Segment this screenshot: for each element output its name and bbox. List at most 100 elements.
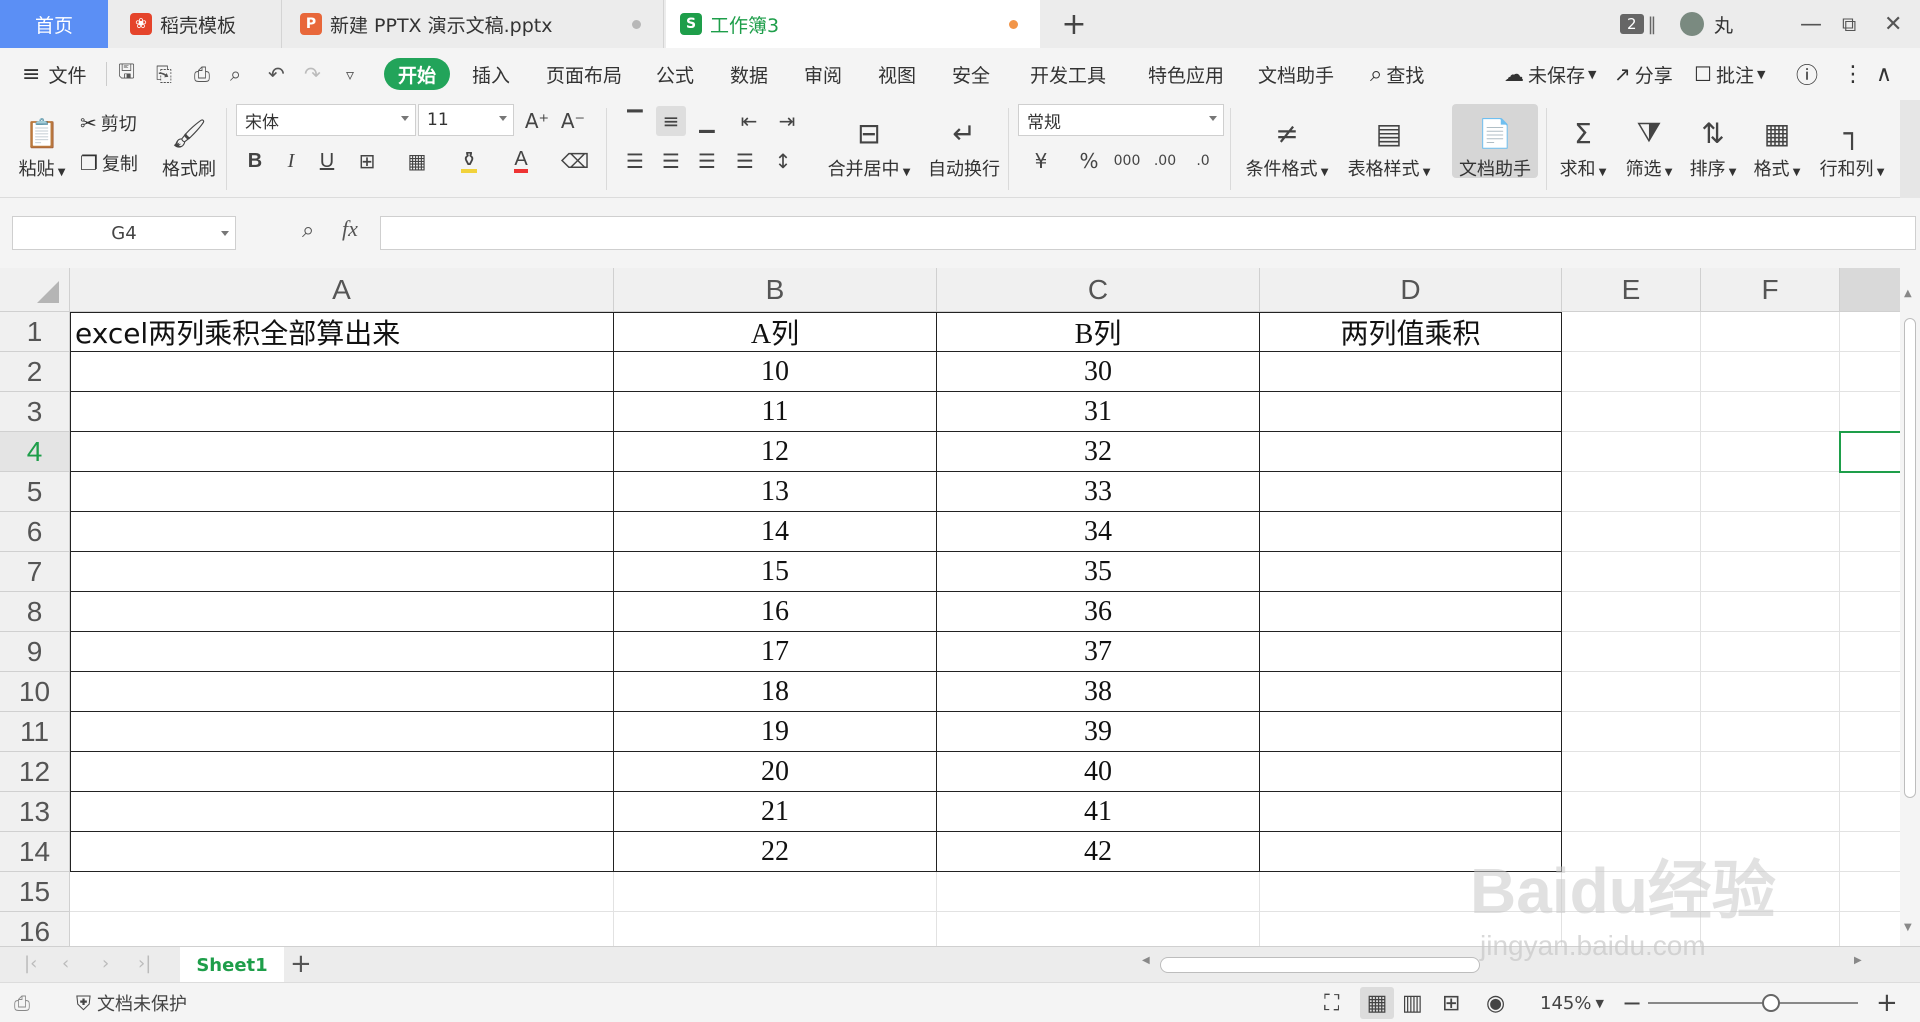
cell-g1[interactable] [1840,312,1900,352]
row-header-11[interactable]: 11 [0,712,70,752]
zoom-slider-track[interactable] [1648,1002,1858,1004]
format-button[interactable]: ▦ 格式 ▼ [1746,106,1808,190]
cell-c13[interactable]: 41 [937,792,1260,832]
cell-d6[interactable] [1260,512,1562,552]
cell-d13[interactable] [1260,792,1562,832]
cell-d2[interactable] [1260,352,1562,392]
doc-assistant-button[interactable]: 📄 文档助手 [1452,106,1538,190]
percent-icon[interactable]: % [1074,146,1104,176]
window-count-badge[interactable]: 2 ‖ [1620,0,1657,48]
search-button[interactable]: ⌕ 查找 [1370,48,1424,100]
zoom-formula-icon[interactable]: ⌕ [302,218,314,243]
cell-c15[interactable] [937,872,1260,912]
zoom-level[interactable]: 145% ▼ [1540,983,1604,1022]
cell-d4[interactable] [1260,432,1562,472]
cell-e4[interactable] [1562,432,1701,472]
add-sheet-button[interactable]: + [290,949,312,979]
cell-f1[interactable] [1701,312,1840,352]
cell-a1[interactable]: excel两列乘积全部算出来 [70,312,614,352]
cell-c9[interactable]: 37 [937,632,1260,672]
print-preview-icon[interactable]: ⌕ [230,48,241,100]
cell-d8[interactable] [1260,592,1562,632]
cell-g5[interactable] [1840,472,1900,512]
protect-status[interactable]: ⛨ 文档未保护 [76,983,187,1022]
cell-a5[interactable] [70,472,614,512]
column-header-e[interactable]: E [1562,268,1701,312]
italic-icon[interactable]: I [276,146,306,176]
cell-d1[interactable]: 两列值乘积 [1260,312,1562,352]
align-left-icon[interactable]: ☰ [620,146,650,176]
undo-icon[interactable]: ↶ [268,48,285,100]
row-header-15[interactable]: 15 [0,872,70,912]
cell-g10[interactable] [1840,672,1900,712]
minimize-button[interactable]: — [1800,0,1822,48]
cell-f13[interactable] [1701,792,1840,832]
page-layout-view-icon[interactable]: ⊞ [1442,983,1460,1022]
cell-g16[interactable] [1840,912,1900,946]
increase-font-icon[interactable]: A⁺ [522,106,552,136]
cell-b2[interactable]: 10 [614,352,937,392]
more-icon[interactable]: ⋮ [1842,48,1864,100]
cell-a4[interactable] [70,432,614,472]
decrease-font-icon[interactable]: A⁻ [558,106,588,136]
tab-start[interactable]: 开始 [384,58,451,90]
copy-button[interactable]: ❐ 复制 [80,148,138,178]
bold-icon[interactable]: B [240,146,270,176]
comment-button[interactable]: ☐ 批注 ▼ [1694,48,1765,100]
cell-c5[interactable]: 33 [937,472,1260,512]
cell-g3[interactable] [1840,392,1900,432]
file-menu[interactable]: ≡ 文件 [22,48,86,100]
new-tab-button[interactable]: + [1050,0,1098,48]
currency-icon[interactable]: ¥ [1026,146,1056,176]
cell-c2[interactable]: 30 [937,352,1260,392]
save-icon[interactable]: 🖫 [118,48,135,100]
fx-icon[interactable]: fx [342,216,358,242]
cell-b3[interactable]: 11 [614,392,937,432]
cell-a8[interactable] [70,592,614,632]
cell-a10[interactable] [70,672,614,712]
print-icon[interactable]: ⎙ [194,48,210,100]
filter-button[interactable]: ⧩ 筛选 ▼ [1618,106,1680,190]
vertical-scroll-thumb[interactable] [1904,318,1916,798]
cell-f9[interactable] [1701,632,1840,672]
row-header-2[interactable]: 2 [0,352,70,392]
tab-insert[interactable]: 插入 [472,48,510,100]
tab-pptx-document[interactable]: P 新建 PPTX 演示文稿.pptx [284,0,664,48]
cell-f10[interactable] [1701,672,1840,712]
cell-e11[interactable] [1562,712,1701,752]
cell-a2[interactable] [70,352,614,392]
cut-button[interactable]: ✂ 剪切 [80,108,137,138]
decrease-decimal-icon[interactable]: .0 [1188,146,1218,176]
tab-view[interactable]: 视图 [878,48,916,100]
cell-b1[interactable]: A列 [614,312,937,352]
cell-f2[interactable] [1701,352,1840,392]
tab-page-layout[interactable]: 页面布局 [546,48,622,100]
cell-g8[interactable] [1840,592,1900,632]
font-color-icon[interactable]: A [506,146,536,176]
cell-c10[interactable]: 38 [937,672,1260,712]
cell-c12[interactable]: 40 [937,752,1260,792]
paste-button[interactable]: 📋 粘贴 ▼ [12,106,72,190]
justify-icon[interactable]: ☰ [730,146,760,176]
cell-f8[interactable] [1701,592,1840,632]
row-header-13[interactable]: 13 [0,792,70,832]
align-right-icon[interactable]: ☰ [692,146,722,176]
column-header-d[interactable]: D [1260,268,1562,312]
cell-g7[interactable] [1840,552,1900,592]
cell-b16[interactable] [614,912,937,946]
clear-format-icon[interactable]: ⌫ [560,146,590,176]
cell-e9[interactable] [1562,632,1701,672]
row-col-button[interactable]: ┐ 行和列 ▼ [1812,106,1892,190]
cell-a6[interactable] [70,512,614,552]
last-sheet-icon[interactable]: ›| [138,953,151,974]
sum-button[interactable]: Σ 求和 ▼ [1552,106,1614,190]
font-size-select[interactable]: 11 [418,104,514,136]
cell-d3[interactable] [1260,392,1562,432]
column-header-g[interactable] [1840,268,1900,312]
tab-data[interactable]: 数据 [730,48,768,100]
cell-b10[interactable]: 18 [614,672,937,712]
cell-a7[interactable] [70,552,614,592]
page-break-view-icon[interactable]: ▥ [1402,983,1423,1022]
cell-c7[interactable]: 35 [937,552,1260,592]
conditional-format-button[interactable]: ≠ 条件格式 ▼ [1240,106,1334,190]
